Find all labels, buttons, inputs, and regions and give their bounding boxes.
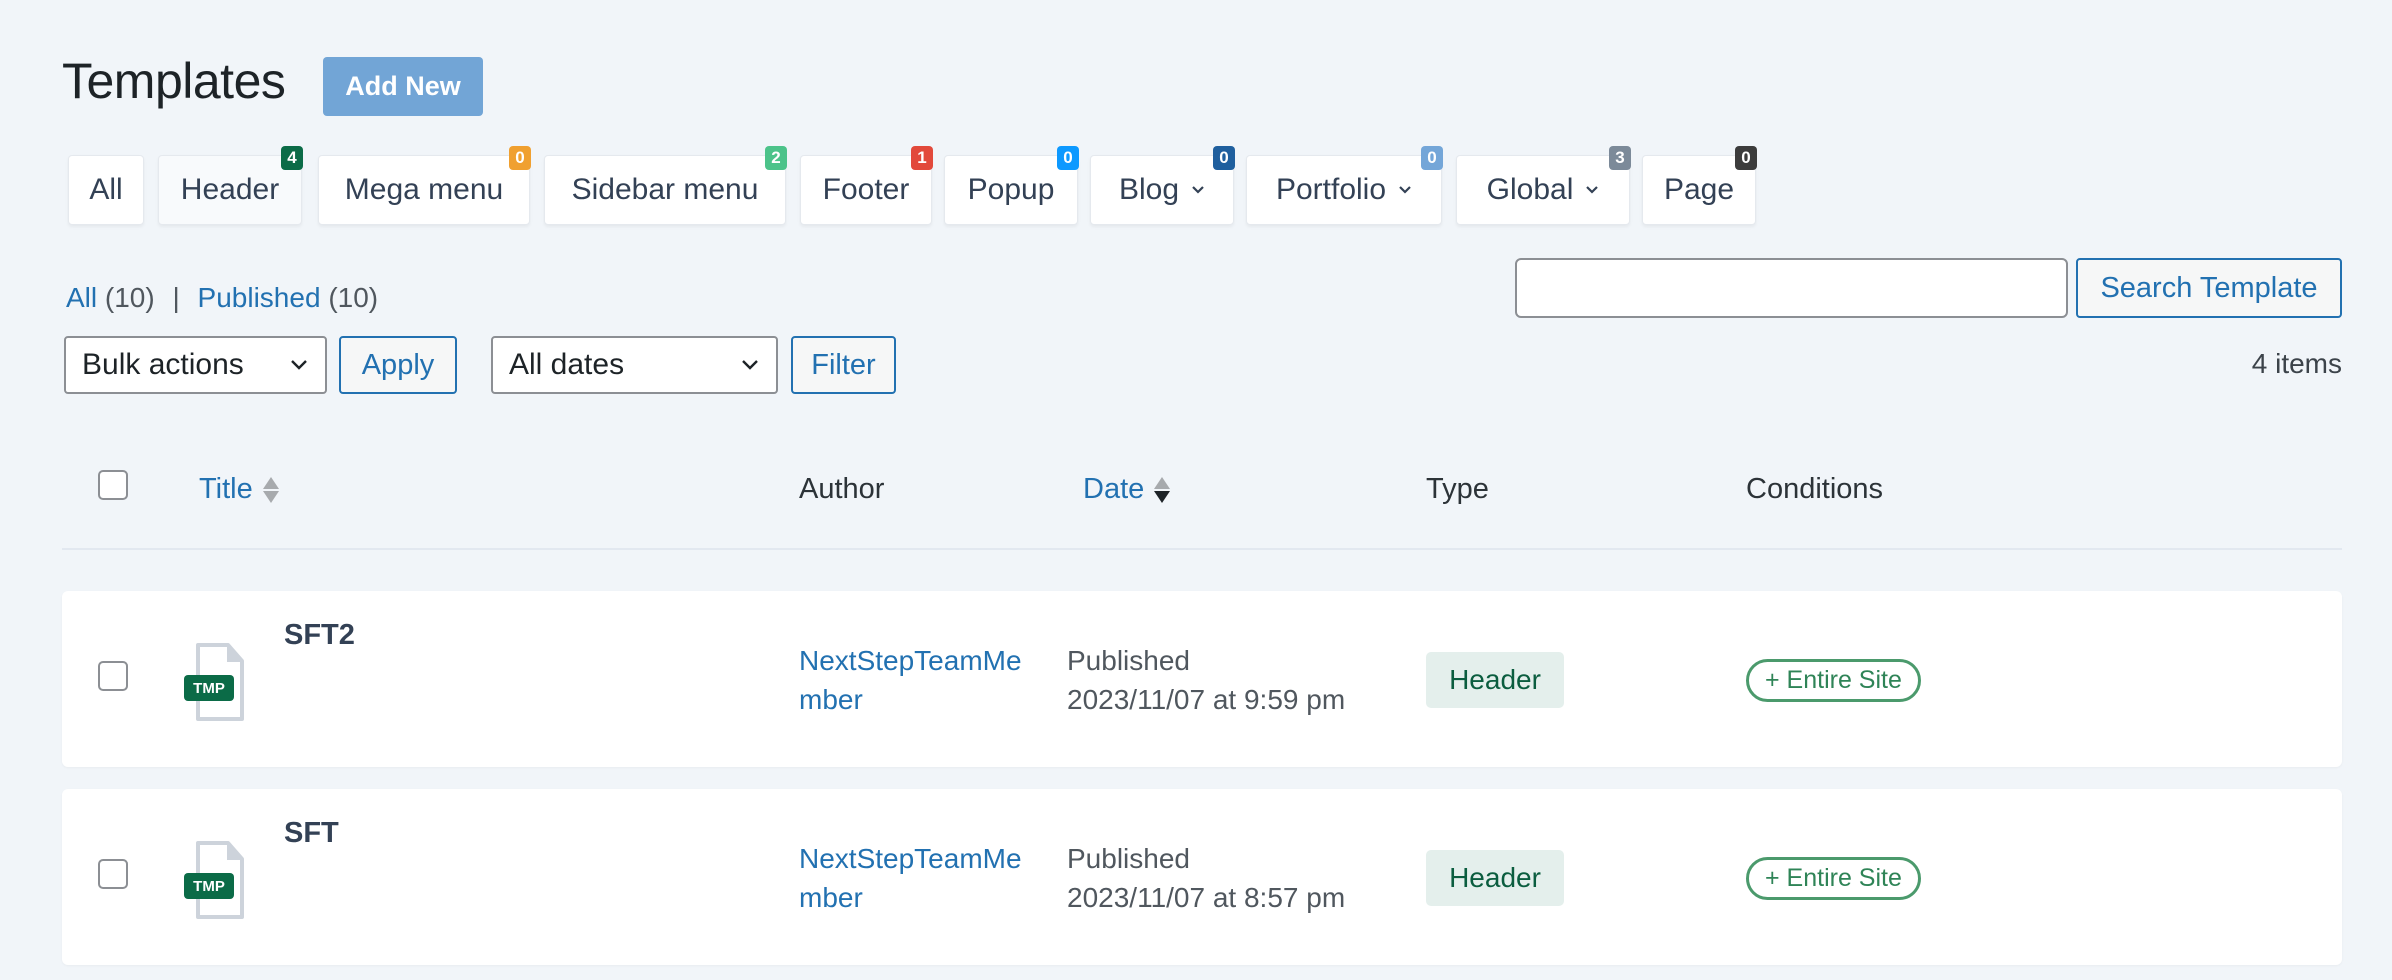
column-author: Author [799,473,885,505]
condition-badge[interactable]: + Entire Site [1746,857,1921,900]
template-file-icon: TMP [184,643,244,721]
tab-label: Mega menu [344,173,504,206]
tab-all[interactable]: All [68,155,144,225]
tab-portfolio[interactable]: Portfolio 0 [1246,146,1443,225]
date-text: 2023/11/07 at 8:57 pm [1067,882,1346,913]
author-link[interactable]: NextStepTeamMember [799,839,1039,917]
tab-sidebar-menu[interactable]: Sidebar menu 2 [544,146,787,225]
status-views: All (10) | Published (10) [66,282,378,314]
chevron-down-icon [1586,186,1599,194]
table-row: TMP SFT NextStepTeamMember Published 202… [62,789,2342,965]
count-badge: 0 [1735,146,1757,170]
count-badge: 0 [1213,146,1235,170]
tab-blog[interactable]: Blog 0 [1090,146,1235,225]
tab-header[interactable]: Header 4 [158,146,303,225]
column-title[interactable]: Title [199,473,279,506]
tab-label: Blog [1118,173,1180,206]
tab-page[interactable]: Page 0 [1642,146,1757,225]
bulk-actions-value: Bulk actions [82,348,244,381]
tab-popup[interactable]: Popup 0 [944,146,1079,225]
status-text: Published [1067,645,1190,676]
filter-button[interactable]: Filter [791,336,896,394]
tab-label: All [89,173,123,206]
items-count: 4 items [2251,348,2342,379]
tab-footer[interactable]: Footer 1 [800,146,933,225]
date-text: 2023/11/07 at 9:59 pm [1067,684,1346,715]
view-separator: | [172,282,180,313]
date-cell: Published 2023/11/07 at 9:59 pm [1067,641,1345,719]
date-cell: Published 2023/11/07 at 8:57 pm [1067,839,1345,917]
status-text: Published [1067,843,1190,874]
view-published-count: (10) [328,282,379,313]
table-header: Title Author Date Type Conditions [62,440,2342,550]
column-date-label: Date [1083,473,1145,505]
search-input[interactable] [1515,258,2068,318]
tab-label: Portfolio [1275,173,1387,206]
dates-select[interactable]: All dates [491,336,778,394]
table-row: TMP SFT2 NextStepTeamMember Published 20… [62,591,2342,767]
tab-label: Global [1486,173,1574,206]
view-published-link[interactable]: Published [198,282,321,313]
tab-label: Header [180,173,280,206]
author-link[interactable]: NextStepTeamMember [799,641,1039,719]
search-template-button[interactable]: Search Template [2076,258,2342,318]
tab-label: Sidebar menu [571,173,759,206]
tab-label: Page [1663,173,1735,206]
type-badge: Header [1426,652,1564,708]
chevron-down-icon [1399,186,1411,194]
apply-button[interactable]: Apply [339,336,457,394]
column-conditions: Conditions [1746,473,1884,505]
count-badge: 0 [1057,146,1079,170]
count-badge: 0 [1421,146,1443,170]
bulk-actions-select[interactable]: Bulk actions [64,336,327,394]
tab-mega-menu[interactable]: Mega menu 0 [318,146,531,225]
view-all-count: (10) [104,282,155,313]
add-new-button[interactable]: Add New [323,57,483,116]
row-checkbox[interactable] [98,859,128,889]
condition-badge[interactable]: + Entire Site [1746,659,1921,702]
row-checkbox[interactable] [98,661,128,691]
tab-label: Footer [822,173,910,206]
count-badge: 3 [1609,146,1631,170]
page-title: Templates [62,53,286,109]
tab-label: Popup [967,173,1055,206]
count-badge: 0 [509,146,531,170]
chevron-down-icon [1192,186,1204,194]
column-date[interactable]: Date [1083,473,1171,506]
count-badge: 1 [911,146,933,170]
view-all-link[interactable]: All [66,282,97,313]
svg-text:TMP: TMP [193,878,225,895]
sort-desc-icon [1154,476,1171,503]
row-title-link[interactable]: SFT2 [284,619,355,652]
column-title-label: Title [199,473,253,505]
sort-icon [262,476,279,503]
type-badge: Header [1426,850,1564,906]
row-title-link[interactable]: SFT [284,817,339,850]
chevron-down-icon [742,360,758,370]
svg-text:TMP: TMP [193,680,225,697]
count-badge: 2 [765,146,787,170]
template-file-icon: TMP [184,841,244,919]
tab-global[interactable]: Global 3 [1456,146,1631,225]
dates-value: All dates [509,348,625,381]
select-all-checkbox[interactable] [98,470,128,500]
column-type: Type [1426,473,1489,505]
count-badge: 4 [281,146,303,170]
chevron-down-icon [291,360,307,370]
